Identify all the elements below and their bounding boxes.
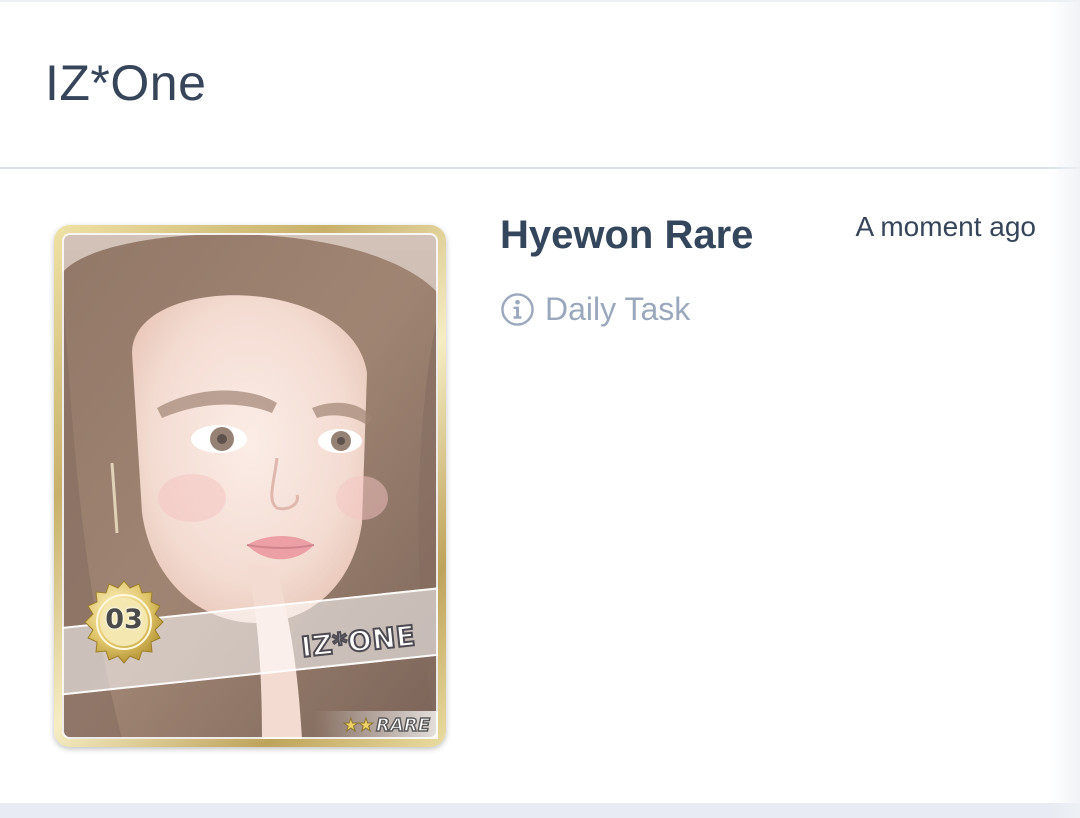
card-name: Hyewon Rare	[500, 213, 754, 257]
card-source: Daily Task	[500, 291, 690, 327]
card-number: 03	[105, 604, 143, 635]
bottom-separator	[0, 803, 1080, 818]
source-label: Daily Task	[545, 290, 691, 327]
info-icon	[501, 292, 534, 326]
rarity-label: RARE	[375, 714, 430, 737]
rarity-badge: ★★ RARE	[342, 714, 430, 737]
collection-header: IZ*One	[0, 2, 1080, 169]
rarity-stars-icon: ★★	[342, 715, 374, 737]
card-list-item[interactable]: 03 IZ*ONE ★★ RARE Hyewon Rare A moment ag…	[0, 169, 1080, 803]
photocard[interactable]: 03 IZ*ONE ★★ RARE	[54, 225, 446, 747]
right-edge-shade	[1050, 0, 1080, 818]
timestamp: A moment ago	[855, 211, 1036, 242]
page-title: IZ*One	[45, 55, 207, 111]
